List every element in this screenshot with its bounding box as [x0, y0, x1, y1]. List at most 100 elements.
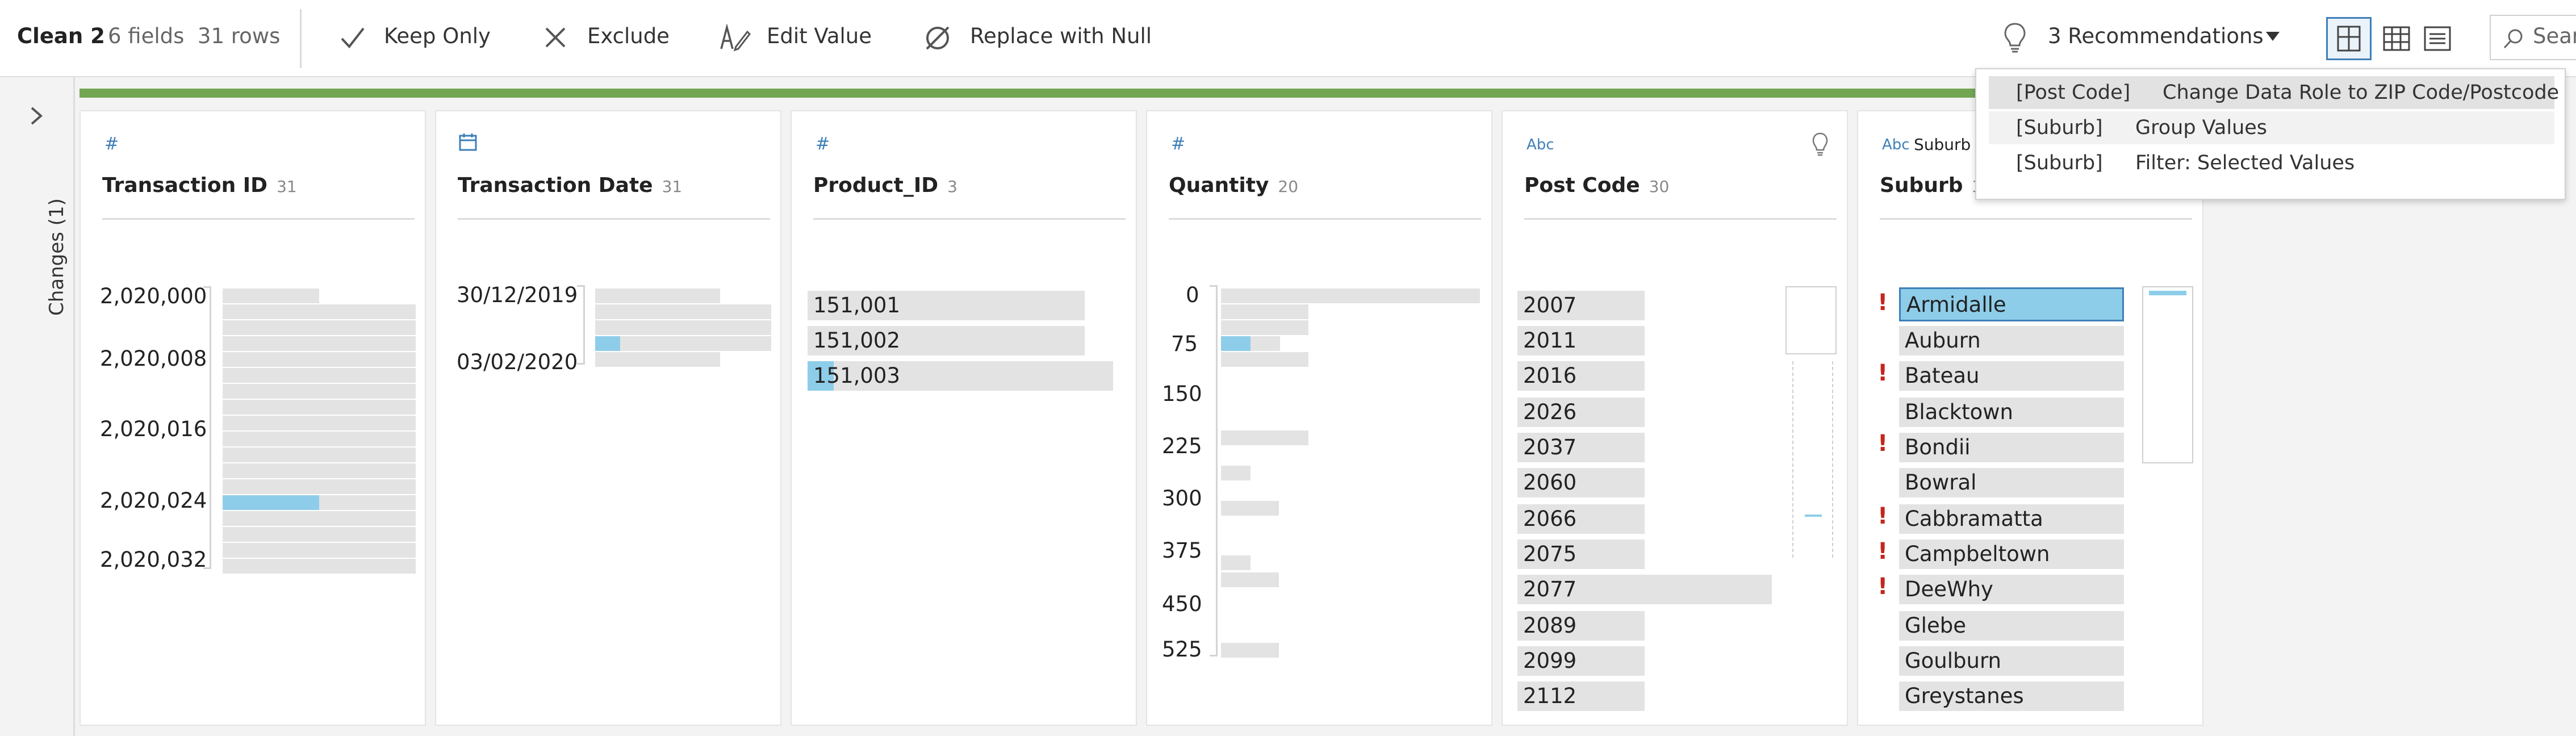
histogram-bar[interactable]	[1251, 336, 1280, 351]
number-type-icon[interactable]: #	[816, 134, 830, 154]
edit-value-icon[interactable]	[719, 24, 751, 52]
histogram-bar[interactable]	[223, 416, 416, 430]
histogram-bar[interactable]	[1221, 643, 1279, 658]
histogram-bar[interactable]	[223, 368, 416, 383]
histogram-bar[interactable]	[595, 320, 771, 335]
profile-card-transaction-id[interactable]: # Transaction ID 31 2,020,000 2,020,008 2…	[80, 110, 426, 726]
value-bar[interactable]: 2066	[1517, 504, 1645, 534]
string-type-icon[interactable]: Abc	[1527, 136, 1554, 153]
histogram-bar-highlighted[interactable]	[1221, 336, 1251, 351]
value-bar[interactable]: 2089	[1517, 611, 1645, 641]
histogram-bar[interactable]	[1221, 572, 1279, 587]
warning-icon[interactable]: !	[1877, 574, 1888, 600]
value-bar[interactable]: Goulburn	[1899, 646, 2124, 676]
histogram-bar[interactable]	[223, 448, 416, 462]
value-bar[interactable]: 2099	[1517, 646, 1645, 676]
recommendation-item[interactable]: [Post Code] Change Data Role to ZIP Code…	[1989, 76, 2559, 109]
profile-card-product-id[interactable]: # Product_ID 3 151,001 151,002 151,003	[791, 110, 1137, 726]
profile-view-toggle[interactable]	[2326, 17, 2372, 60]
chevron-right-icon[interactable]	[27, 104, 45, 127]
null-icon[interactable]	[923, 24, 952, 52]
warning-icon[interactable]: !	[1877, 360, 1888, 386]
search-input[interactable]: Sear	[2490, 15, 2576, 60]
histogram-bar-highlighted[interactable]	[223, 495, 319, 510]
profile-card-suburb[interactable]: Abc Suburb Suburb31 ! ! ! ! ! ! Armidall…	[1857, 110, 2203, 726]
value-bar[interactable]: 2077	[1517, 575, 1772, 604]
histogram-bar[interactable]	[223, 288, 319, 303]
scroll-overview[interactable]	[1785, 286, 1837, 354]
histogram-bar[interactable]	[1221, 304, 1308, 319]
histogram-bar[interactable]	[223, 479, 416, 494]
histogram-bar[interactable]	[1221, 466, 1251, 480]
value-bar[interactable]: 2112	[1517, 681, 1645, 711]
value-bar[interactable]: 2016	[1517, 361, 1645, 391]
number-type-icon[interactable]: #	[104, 134, 119, 154]
histogram-bar[interactable]	[1221, 501, 1279, 516]
histogram-bar[interactable]	[595, 304, 771, 319]
histogram-bar[interactable]	[223, 352, 416, 367]
close-icon[interactable]	[543, 25, 568, 50]
profile-card-transaction-date[interactable]: Transaction Date 31 30/12/2019 03/02/2020	[435, 110, 781, 726]
scroll-overview[interactable]	[2142, 286, 2193, 463]
recommendation-item[interactable]: [Suburb] Filter: Selected Values	[1989, 147, 2554, 179]
changes-label[interactable]: Changes (1)	[45, 198, 68, 316]
histogram-bar[interactable]	[1221, 320, 1308, 335]
value-bar-selected[interactable]: Armidalle	[1899, 287, 2124, 321]
histogram-bar[interactable]	[223, 304, 416, 319]
list-view-icon[interactable]	[2422, 23, 2453, 55]
value-bar[interactable]: 2026	[1517, 398, 1645, 427]
histogram-bar[interactable]	[595, 288, 720, 303]
replace-null-button[interactable]: Replace with Null	[970, 24, 1152, 48]
value-bar[interactable]: Campbeltown	[1899, 540, 2124, 569]
lightbulb-icon[interactable]	[1812, 132, 1829, 157]
recommendation-item[interactable]: [Suburb] Group Values	[1989, 111, 2554, 144]
value-bar[interactable]: 151,002	[808, 326, 1085, 356]
warning-icon[interactable]: !	[1877, 503, 1888, 529]
value-bar[interactable]: Cabbramatta	[1899, 504, 2124, 534]
profile-card-quantity[interactable]: # Quantity 20 0 75 150 225 300 375 450 52…	[1146, 110, 1492, 726]
histogram-bar[interactable]	[319, 495, 416, 510]
number-type-icon[interactable]: #	[1171, 134, 1185, 154]
value-bar[interactable]: 2060	[1517, 468, 1645, 497]
value-bar[interactable]: 2011	[1517, 326, 1645, 356]
histogram-bar[interactable]	[1221, 555, 1251, 570]
recommendations-button[interactable]: 3 Recommendations	[2048, 24, 2264, 48]
value-bar[interactable]: 2007	[1517, 291, 1645, 320]
check-icon[interactable]	[338, 24, 367, 52]
histogram-bar[interactable]	[223, 543, 416, 558]
chevron-down-icon[interactable]	[2265, 31, 2281, 42]
string-type-icon[interactable]: Abc	[1882, 136, 1910, 153]
histogram-bar[interactable]	[1221, 288, 1480, 303]
table-view-icon[interactable]	[2381, 23, 2412, 55]
value-bar[interactable]: Auburn	[1899, 326, 2124, 356]
histogram-bar[interactable]	[223, 527, 416, 542]
value-bar[interactable]: Glebe	[1899, 611, 2124, 641]
value-bar[interactable]: 151,001	[808, 291, 1085, 320]
histogram-bar[interactable]	[1221, 352, 1308, 367]
histogram-bar[interactable]	[223, 384, 416, 399]
value-bar[interactable]: 2037	[1517, 433, 1645, 462]
histogram-bar-highlighted[interactable]	[595, 336, 620, 351]
edit-value-button[interactable]: Edit Value	[767, 24, 872, 48]
histogram-bar[interactable]	[223, 320, 416, 335]
value-bar[interactable]: Bondii	[1899, 433, 2124, 462]
exclude-button[interactable]: Exclude	[587, 24, 670, 48]
value-bar[interactable]: 2075	[1517, 540, 1645, 569]
changes-pane[interactable]: Changes (1)	[0, 77, 75, 736]
histogram-bar[interactable]	[223, 511, 416, 526]
warning-icon[interactable]: !	[1877, 290, 1888, 316]
keep-only-button[interactable]: Keep Only	[384, 24, 491, 48]
histogram-bar[interactable]	[223, 336, 416, 351]
histogram-bar[interactable]	[620, 336, 771, 351]
warning-icon[interactable]: !	[1877, 430, 1888, 457]
value-bar[interactable]: DeeWhy	[1899, 575, 2124, 604]
histogram-bar[interactable]	[223, 559, 416, 574]
value-bar-highlighted[interactable]: 151,003	[808, 361, 1113, 391]
warning-icon[interactable]: !	[1877, 538, 1888, 564]
value-bar[interactable]: Bowral	[1899, 468, 2124, 497]
profile-card-post-code[interactable]: Abc Post Code 30 2007 2011 2016 2026 2037…	[1502, 110, 1848, 726]
histogram-bar[interactable]	[223, 432, 416, 446]
calendar-icon[interactable]	[458, 132, 478, 152]
lightbulb-icon[interactable]	[2004, 22, 2026, 53]
histogram-bar[interactable]	[1221, 430, 1308, 445]
